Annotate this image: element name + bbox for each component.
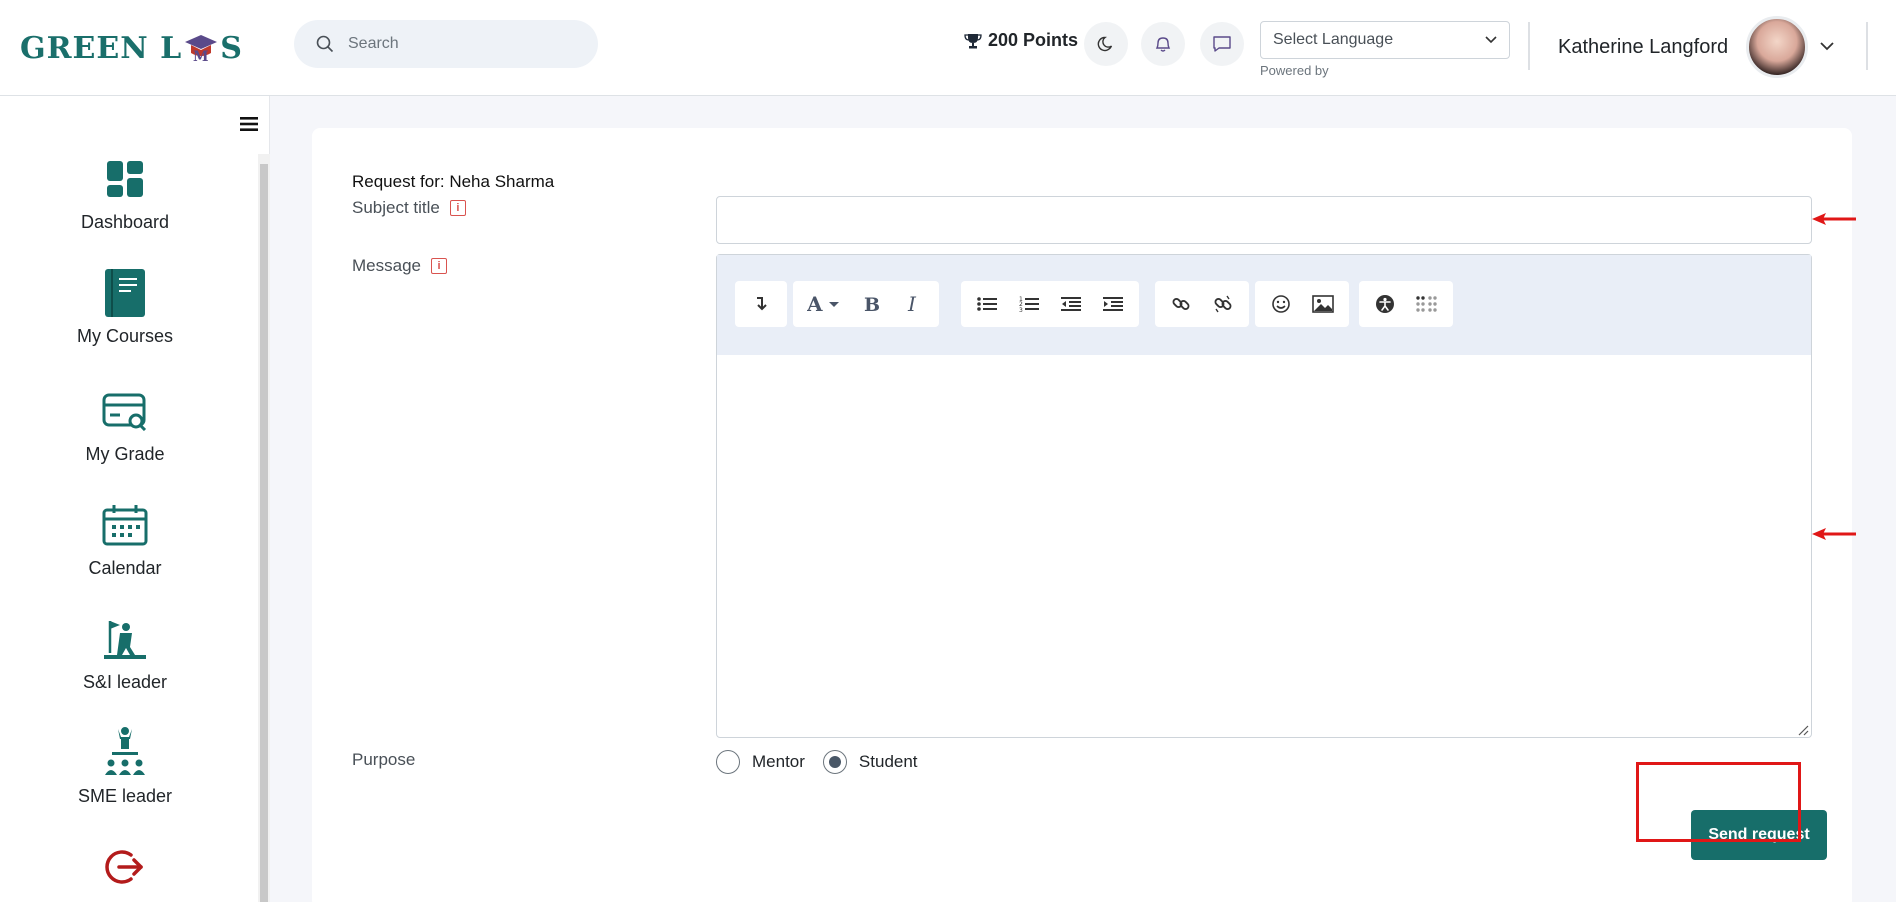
search-bar[interactable]: Search <box>294 20 598 68</box>
bold-icon[interactable]: B <box>851 284 891 324</box>
graduation-cap-icon: M <box>184 33 218 65</box>
sidebar-item-label: Dashboard <box>80 212 170 232</box>
italic-icon[interactable]: I <box>893 284 933 324</box>
search-placeholder: Search <box>348 35 399 52</box>
trophy-icon <box>964 33 982 48</box>
svg-text:3: 3 <box>1019 307 1023 313</box>
info-icon[interactable]: i <box>449 200 466 216</box>
points-label: 200 Points <box>988 30 1079 50</box>
sidebar-item-label: My Courses <box>76 326 174 346</box>
dashboard-icon <box>100 154 150 204</box>
chevron-down-icon <box>1485 36 1497 44</box>
messages-button[interactable] <box>1200 22 1244 66</box>
chat-icon <box>1213 36 1231 52</box>
indent-icon[interactable] <box>1093 284 1133 324</box>
sidebar: Dashboard My Courses My Grade Calendar S… <box>0 96 270 902</box>
sidebar-item-label: S&I leader <box>82 672 168 692</box>
red-arrow-icon <box>1812 527 1856 546</box>
editor-toolbar: A B I 123 <box>717 255 1811 355</box>
request-for-text: Request for: Neha Sharma <box>352 172 555 191</box>
sidebar-item-calendar[interactable]: Calendar <box>0 500 250 579</box>
radio-student[interactable] <box>822 750 847 774</box>
editor-content-area[interactable] <box>717 355 1811 737</box>
subject-title-label: Subject title i <box>352 198 466 218</box>
language-select-value: Select Language <box>1273 31 1394 48</box>
numbered-list-icon[interactable]: 123 <box>1009 284 1049 324</box>
radio-student-label[interactable]: Student <box>859 752 918 772</box>
sidebar-item-label: SME leader <box>77 786 173 806</box>
toolbar-group-lists: 123 <box>961 281 1139 327</box>
resize-handle-icon[interactable] <box>1797 723 1809 736</box>
toolbar-group-expand <box>735 281 787 327</box>
subject-title-input[interactable] <box>716 196 1812 244</box>
sidebar-item-si-leader[interactable]: S&I leader <box>0 614 250 693</box>
toolbar-group-accessibility <box>1359 281 1453 327</box>
logout-icon <box>100 842 150 892</box>
notifications-button[interactable] <box>1141 22 1185 66</box>
bell-icon <box>1155 37 1171 52</box>
toolbar-group-links <box>1155 281 1249 327</box>
sidebar-item-label: My Grade <box>85 444 165 464</box>
sidebar-item-my-courses[interactable]: My Courses <box>0 268 250 347</box>
points-badge: 200 Points <box>964 30 1078 51</box>
team-leader-icon <box>100 727 150 778</box>
grade-card-icon <box>100 386 150 436</box>
moon-icon <box>1097 36 1113 52</box>
emoji-icon[interactable] <box>1261 284 1301 324</box>
sidebar-item-label: Calendar <box>88 558 162 578</box>
purpose-radio-group: Mentor Student <box>716 750 918 774</box>
dark-mode-toggle[interactable] <box>1084 22 1128 66</box>
svg-text:A: A <box>807 294 823 314</box>
hamburger-menu-icon[interactable] <box>240 116 258 132</box>
accessibility-icon[interactable] <box>1365 284 1405 324</box>
user-name[interactable]: Katherine Langford <box>1558 36 1728 59</box>
sidebar-item-sme-leader[interactable]: SME leader <box>0 727 250 807</box>
language-select[interactable]: Select Language <box>1260 21 1510 59</box>
message-editor[interactable]: A B I 123 <box>716 254 1812 738</box>
subject-title-label-text: Subject title <box>352 198 440 217</box>
purpose-label: Purpose <box>352 750 416 769</box>
book-icon <box>100 268 150 318</box>
main-content: Request for: Neha Sharma Subject title i… <box>270 96 1896 902</box>
header-divider <box>1528 22 1530 70</box>
svg-text:B: B <box>864 294 879 314</box>
avatar[interactable] <box>1746 16 1808 78</box>
font-style-icon[interactable]: A <box>799 284 849 324</box>
message-label: Message i <box>352 256 447 276</box>
link-icon[interactable] <box>1161 284 1201 324</box>
svg-text:I: I <box>907 294 917 314</box>
leader-flag-icon <box>100 614 150 664</box>
powered-by-text: Powered by <box>1260 63 1329 78</box>
header-divider-right <box>1866 22 1868 70</box>
logo-text-left: GREEN L <box>20 30 183 66</box>
sidebar-item-dashboard[interactable]: Dashboard <box>0 154 250 233</box>
message-label-text: Message <box>352 256 421 275</box>
unlink-icon[interactable] <box>1203 284 1243 324</box>
info-icon[interactable]: i <box>430 258 447 274</box>
sidebar-item-logout[interactable] <box>0 842 250 892</box>
top-header: GREEN L M S Search 200 Points Select Lan… <box>0 0 1896 96</box>
toolbar-group-format: A B I <box>793 281 939 327</box>
radio-mentor-label[interactable]: Mentor <box>752 752 805 772</box>
scrollbar-thumb[interactable] <box>260 164 268 902</box>
image-icon[interactable] <box>1303 284 1343 324</box>
bullet-list-icon[interactable] <box>967 284 1007 324</box>
braille-icon[interactable] <box>1407 284 1447 324</box>
calendar-icon <box>100 500 150 550</box>
user-menu-chevron-icon[interactable] <box>1820 38 1834 56</box>
outdent-icon[interactable] <box>1051 284 1091 324</box>
search-icon <box>316 35 334 53</box>
toolbar-toggle-icon[interactable] <box>741 284 781 324</box>
sidebar-scrollbar[interactable] <box>258 154 270 902</box>
sidebar-item-my-grade[interactable]: My Grade <box>0 386 250 465</box>
radio-mentor[interactable] <box>716 750 740 774</box>
toolbar-group-media <box>1255 281 1349 327</box>
logo-text-right: S <box>220 30 243 66</box>
red-arrow-icon <box>1812 212 1856 231</box>
svg-text:M: M <box>193 49 210 63</box>
request-form-card: Request for: Neha Sharma Subject title i… <box>312 128 1852 902</box>
send-button-highlight <box>1636 762 1801 842</box>
green-lms-logo[interactable]: GREEN L M S <box>20 28 243 68</box>
